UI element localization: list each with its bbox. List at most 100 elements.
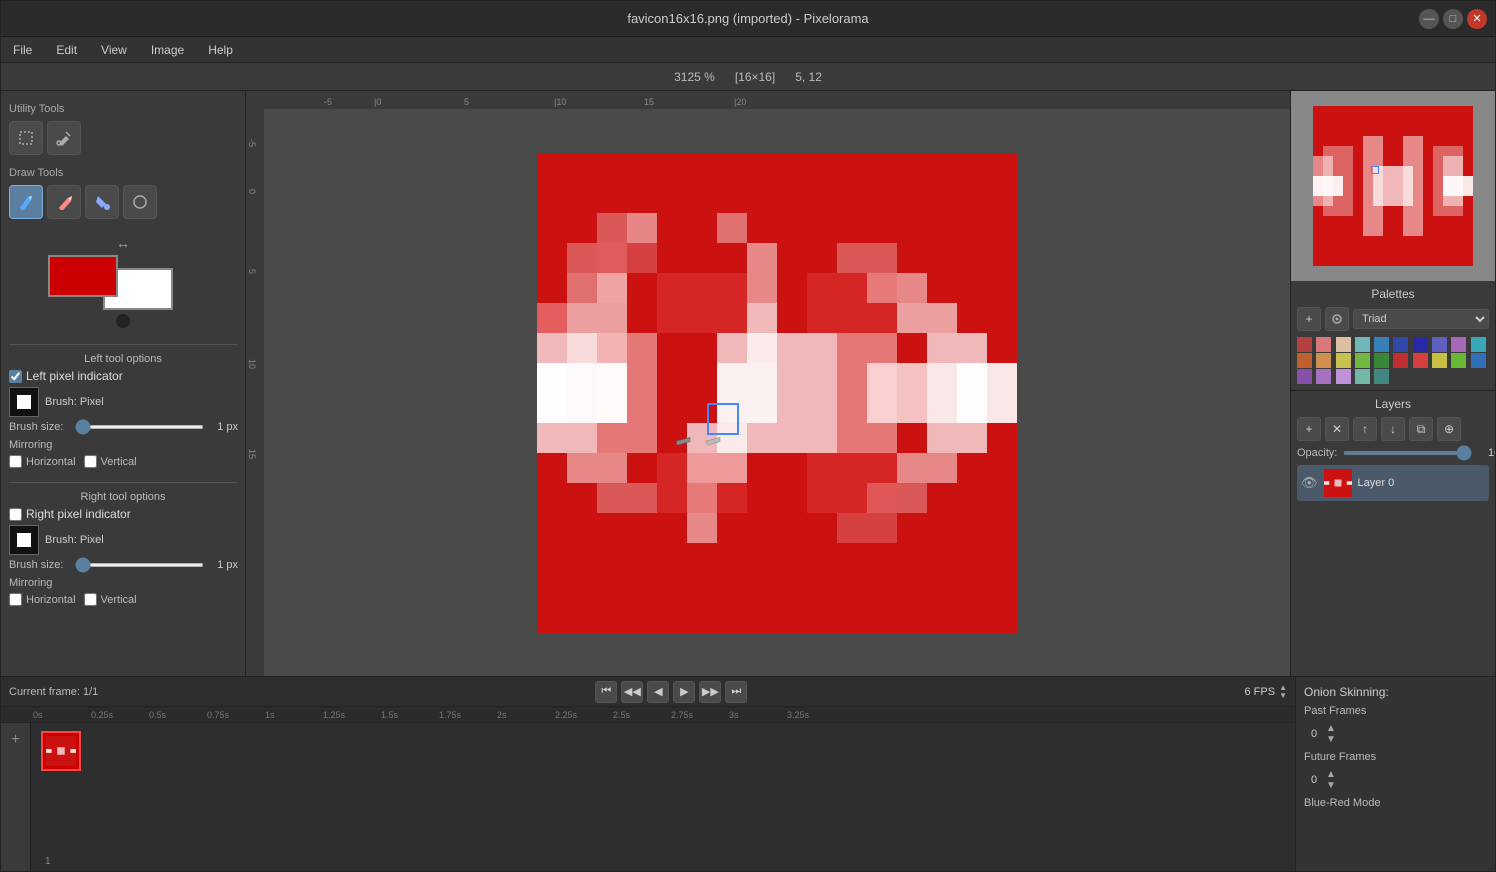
left-mirror-vertical[interactable]: Vertical (84, 455, 137, 468)
next-frame-button[interactable]: ▶▶ (699, 681, 721, 703)
opacity-label: Opacity: (1297, 447, 1337, 459)
preview-area (1291, 91, 1495, 281)
canvas-viewport[interactable] (264, 109, 1290, 676)
palette-swatch[interactable] (1432, 337, 1447, 352)
timeline-ruler-label: 2.25s (555, 710, 613, 720)
play-back-button[interactable]: ◀ (647, 681, 669, 703)
layer-item[interactable]: 👁 Layer 0 (1297, 465, 1489, 501)
right-mirror-horizontal-checkbox[interactable] (9, 593, 22, 606)
last-frame-button[interactable]: ⏭ (725, 681, 747, 703)
right-mirror-vertical-checkbox[interactable] (84, 593, 97, 606)
menu-view[interactable]: View (97, 41, 131, 59)
prev-frame-button[interactable]: ◀◀ (621, 681, 643, 703)
past-frames-up[interactable]: ▲ (1326, 723, 1336, 734)
minimize-button[interactable]: — (1419, 9, 1439, 29)
fps-value: 6 FPS (1244, 686, 1275, 698)
left-pixel-indicator-checkbox[interactable] (9, 370, 22, 383)
right-mirror-horizontal[interactable]: Horizontal (9, 593, 76, 606)
layer-visibility-icon[interactable]: 👁 (1301, 475, 1318, 491)
timeline-ruler-label: 2.75s (671, 710, 729, 720)
palette-swatch[interactable] (1316, 353, 1331, 368)
pencil-tool-button[interactable] (9, 185, 43, 219)
palette-swatch[interactable] (1355, 337, 1370, 352)
selection-tool-button[interactable] (9, 121, 43, 155)
left-mirror-vertical-checkbox[interactable] (84, 455, 97, 468)
past-frames-down[interactable]: ▼ (1326, 734, 1336, 745)
pixel-canvas[interactable] (537, 153, 1017, 633)
add-layer-button[interactable]: + (1297, 417, 1321, 441)
palette-swatch[interactable] (1451, 353, 1466, 368)
add-palette-button[interactable]: + (1297, 307, 1321, 331)
palette-swatch[interactable] (1355, 369, 1370, 384)
brush-square-icon (17, 395, 31, 409)
palette-swatch[interactable] (1374, 369, 1389, 384)
timeline-ruler-label: 0.5s (149, 710, 207, 720)
palette-swatch[interactable] (1297, 337, 1312, 352)
future-frames-up[interactable]: ▲ (1326, 769, 1336, 780)
app-window: favicon16x16.png (imported) - Pixelorama… (0, 0, 1496, 872)
eraser-tool-button[interactable] (47, 185, 81, 219)
palette-swatch[interactable] (1413, 353, 1428, 368)
right-brush-size-slider[interactable] (75, 563, 204, 567)
palette-settings-button[interactable] (1325, 307, 1349, 331)
palette-swatch[interactable] (1471, 337, 1486, 352)
palette-swatch[interactable] (1336, 369, 1351, 384)
delete-layer-button[interactable]: ✕ (1325, 417, 1349, 441)
timeline-header: Current frame: 1/1 ⏮ ◀◀ ◀ ▶ ▶▶ ⏭ 6 FPS ▲… (1, 677, 1295, 707)
left-brush-preview[interactable] (9, 387, 39, 417)
play-button[interactable]: ▶ (673, 681, 695, 703)
right-pixel-indicator-checkbox[interactable] (9, 508, 22, 521)
add-frame-button[interactable]: + (1, 723, 31, 871)
palette-swatch[interactable] (1316, 337, 1331, 352)
right-brush-preview[interactable] (9, 525, 39, 555)
swap-colors-icon[interactable]: ↔ (116, 235, 130, 251)
palette-swatch[interactable] (1393, 337, 1408, 352)
palette-swatch[interactable] (1297, 369, 1312, 384)
menu-edit[interactable]: Edit (52, 41, 81, 59)
palette-swatch[interactable] (1336, 353, 1351, 368)
palette-swatch[interactable] (1374, 353, 1389, 368)
shape-tool-button[interactable] (123, 185, 157, 219)
timeline-ruler: 0s0.25s0.5s0.75s1s1.25s1.5s1.75s2s2.25s2… (1, 707, 1295, 723)
duplicate-layer-button[interactable]: ⧉ (1409, 417, 1433, 441)
move-layer-down-button[interactable]: ↓ (1381, 417, 1405, 441)
opacity-slider[interactable] (1343, 451, 1472, 455)
fill-tool-button[interactable] (85, 185, 119, 219)
palette-swatch[interactable] (1355, 353, 1370, 368)
palette-swatch[interactable] (1336, 337, 1351, 352)
menu-image[interactable]: Image (147, 41, 188, 59)
palette-swatch[interactable] (1471, 353, 1486, 368)
fps-control: 6 FPS ▲ ▼ (1244, 684, 1287, 700)
palette-swatch[interactable] (1451, 337, 1466, 352)
move-layer-up-button[interactable]: ↑ (1353, 417, 1377, 441)
future-frames-down[interactable]: ▼ (1326, 780, 1336, 791)
palette-swatch[interactable] (1316, 369, 1331, 384)
eyedropper-tool-button[interactable] (47, 121, 81, 155)
left-brush-row: Brush: Pixel (9, 387, 237, 417)
palette-swatch[interactable] (1297, 353, 1312, 368)
frame-cell-1[interactable] (41, 731, 81, 771)
future-frames-row: Future Frames (1304, 751, 1487, 763)
menu-help[interactable]: Help (204, 41, 237, 59)
palette-swatch[interactable] (1374, 337, 1389, 352)
left-mirror-horizontal-checkbox[interactable] (9, 455, 22, 468)
left-brush-size-slider[interactable] (75, 425, 204, 429)
left-mirror-horizontal[interactable]: Horizontal (9, 455, 76, 468)
titlebar: favicon16x16.png (imported) - Pixelorama… (1, 1, 1495, 37)
palette-swatch[interactable] (1393, 353, 1408, 368)
primary-color-swatch[interactable] (48, 255, 118, 297)
palette-swatch[interactable] (1432, 353, 1447, 368)
maximize-button[interactable]: □ (1443, 9, 1463, 29)
topbar: 3125 % [16×16] 5, 12 (1, 63, 1495, 91)
close-button[interactable]: ✕ (1467, 9, 1487, 29)
future-frames-value: 0 (1304, 774, 1324, 786)
bottom-area: Current frame: 1/1 ⏮ ◀◀ ◀ ▶ ▶▶ ⏭ 6 FPS ▲… (1, 676, 1495, 871)
first-frame-button[interactable]: ⏮ (595, 681, 617, 703)
right-mirror-vertical[interactable]: Vertical (84, 593, 137, 606)
menu-file[interactable]: File (9, 41, 36, 59)
merge-layer-button[interactable]: ⊕ (1437, 417, 1461, 441)
palette-select[interactable]: Triad Analogous Complementary (1353, 309, 1489, 329)
fps-down-arrow[interactable]: ▼ (1279, 692, 1287, 700)
palette-swatch[interactable] (1413, 337, 1428, 352)
blue-red-mode-label: Blue-Red Mode (1304, 797, 1487, 809)
